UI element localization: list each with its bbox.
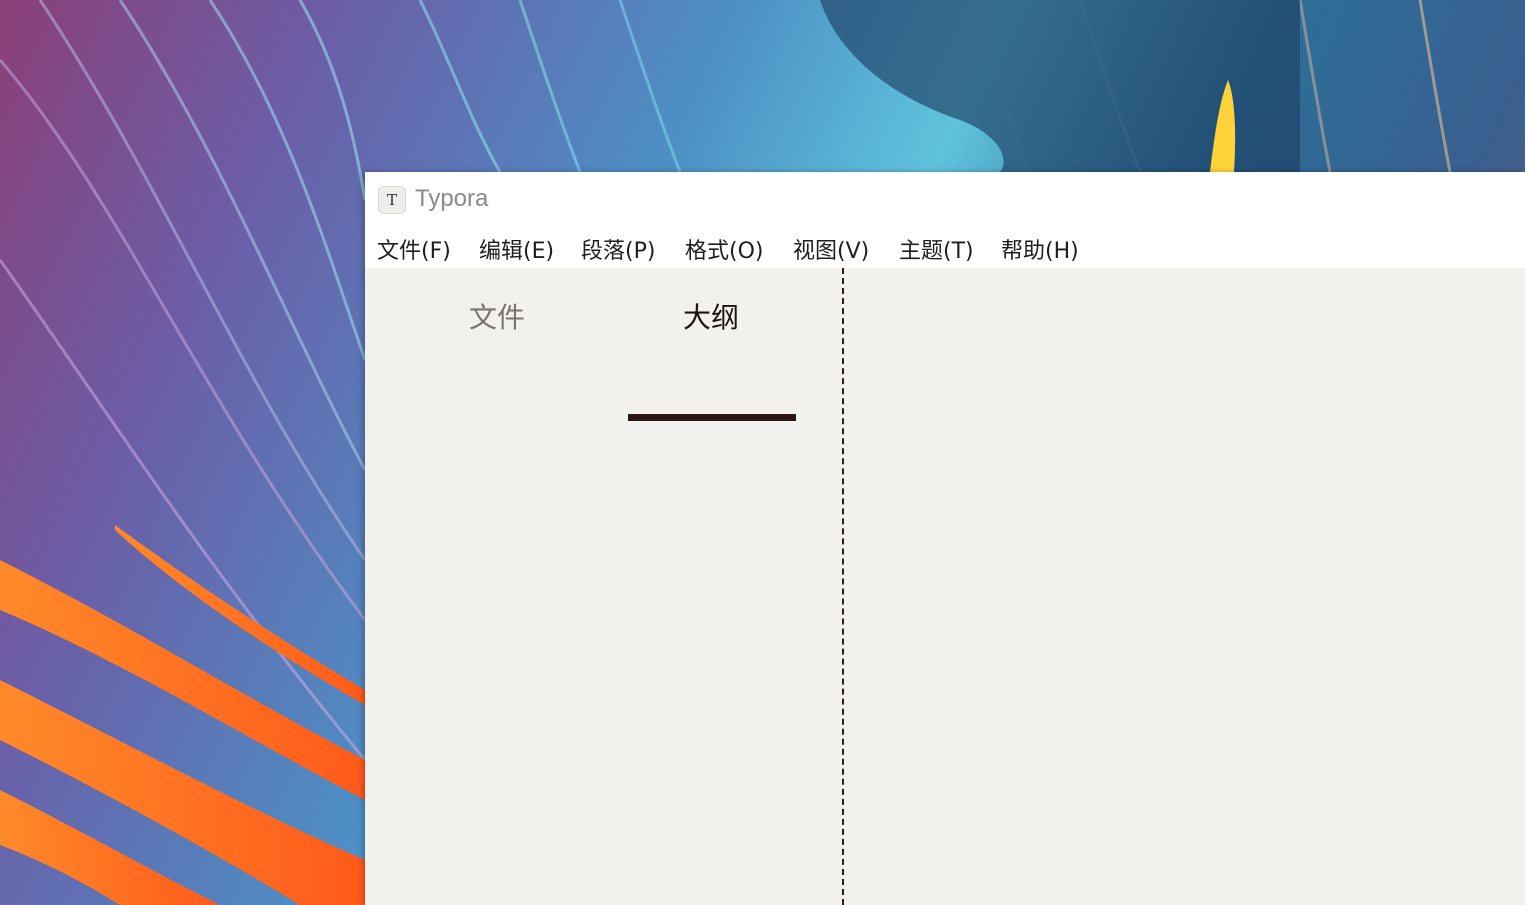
typora-icon: T [378, 186, 406, 214]
title-bar[interactable]: T Typora [365, 172, 1525, 228]
menu-theme[interactable]: 主题(T) [899, 233, 974, 265]
tab-outline[interactable]: 大纲 [683, 296, 739, 336]
menu-file[interactable]: 文件(F) [377, 233, 451, 265]
menu-edit[interactable]: 编辑(E) [479, 233, 554, 265]
editor-area[interactable] [845, 268, 1525, 905]
sidebar: 文件 大纲 [365, 268, 844, 905]
menu-bar: 文件(F) 编辑(E) 段落(P) 格式(O) 视图(V) 主题(T) 帮助(H… [365, 228, 1525, 268]
menu-paragraph[interactable]: 段落(P) [581, 233, 655, 265]
sidebar-divider[interactable] [842, 268, 844, 905]
window-title: Typora [415, 185, 489, 212]
menu-view[interactable]: 视图(V) [793, 233, 869, 265]
menu-format[interactable]: 格式(O) [685, 233, 763, 265]
active-tab-indicator [628, 414, 796, 421]
tab-files[interactable]: 文件 [469, 296, 525, 336]
main-content: 文件 大纲 [365, 268, 1525, 905]
typora-window: T Typora 文件(F) 编辑(E) 段落(P) 格式(O) 视图(V) 主… [365, 172, 1525, 905]
menu-help[interactable]: 帮助(H) [1001, 233, 1079, 265]
